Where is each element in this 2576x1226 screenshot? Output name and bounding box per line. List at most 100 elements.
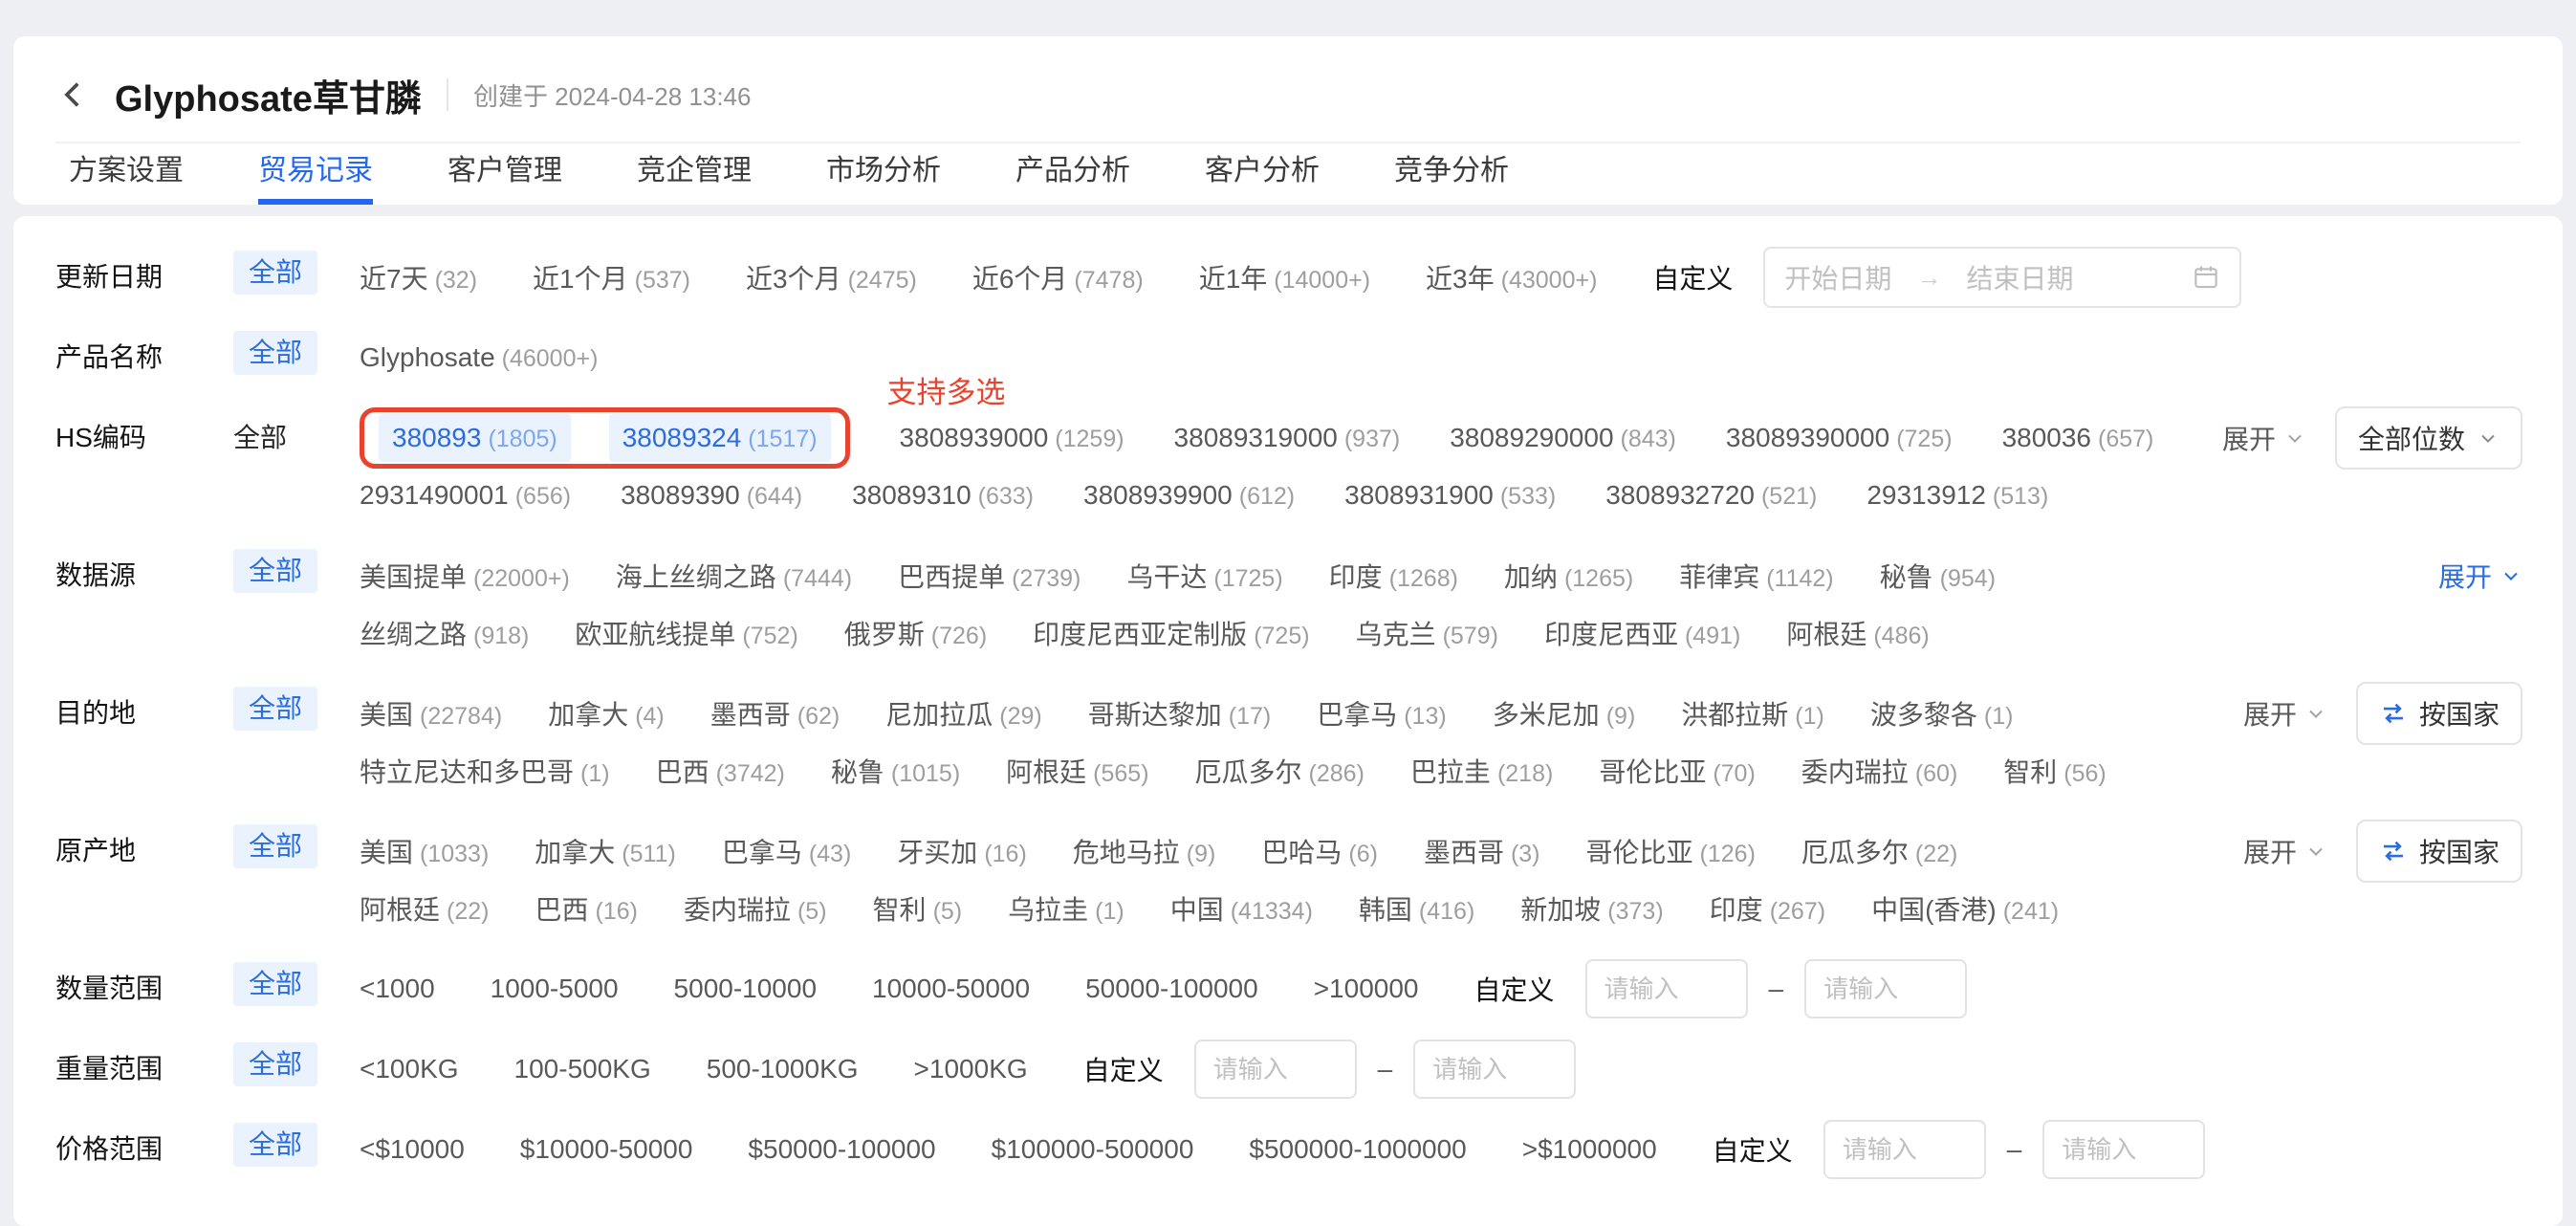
filter-option[interactable]: 近6个月(7478) [972, 258, 1144, 296]
filter-option[interactable]: 智利(56) [2003, 752, 2106, 790]
filter-option[interactable]: 洪都拉斯(1) [1681, 694, 1824, 733]
filter-option[interactable]: 多米尼加(9) [1493, 694, 1636, 733]
filter-option[interactable]: 海上丝绸之路(7444) [616, 557, 852, 595]
range-max-input[interactable] [1413, 1040, 1576, 1099]
date-range-input[interactable]: 开始日期→结束日期 [1763, 247, 2241, 308]
filter-option[interactable]: 中国(41334) [1170, 889, 1313, 928]
filter-option[interactable]: 阿根廷(565) [1006, 752, 1148, 790]
filter-option[interactable]: 欧亚航线提单(752) [575, 614, 797, 652]
filter-option[interactable]: 阿根廷(486) [1786, 614, 1929, 652]
filter-option[interactable]: 厄瓜多尔(22) [1801, 832, 1957, 870]
filter-option[interactable]: 380893(1805) [379, 414, 571, 462]
range-max-input[interactable] [1804, 959, 1967, 1018]
all-option[interactable]: 全部 [233, 423, 287, 452]
filter-option[interactable]: 委内瑞拉(60) [1801, 752, 1957, 790]
filter-option[interactable]: 危地马拉(9) [1073, 832, 1216, 870]
filter-option[interactable]: <100KG [360, 1054, 459, 1084]
filter-option[interactable]: 印度(1268) [1329, 557, 1458, 595]
filter-option[interactable]: 哥斯达黎加(17) [1088, 694, 1271, 733]
expand-toggle[interactable]: 展开 [2438, 557, 2522, 595]
filter-option[interactable]: 印度尼西亚(491) [1544, 614, 1740, 652]
filter-option[interactable]: 近7天(32) [360, 258, 477, 296]
range-min-input[interactable] [1823, 1120, 1986, 1179]
filter-option[interactable]: 波多黎各(1) [1870, 694, 2014, 733]
filter-option[interactable]: 1000-5000 [491, 974, 619, 1004]
all-option[interactable]: 全部 [233, 824, 317, 868]
filter-option[interactable]: 丝绸之路(918) [360, 614, 529, 652]
filter-option[interactable]: 近3年(43000+) [1426, 258, 1597, 296]
filter-option[interactable]: 巴西提单(2739) [898, 557, 1081, 595]
filter-option[interactable]: 委内瑞拉(5) [684, 889, 827, 928]
filter-option[interactable]: 38089319000(937) [1174, 423, 1401, 453]
filter-option[interactable]: 秘鲁(954) [1880, 557, 1996, 595]
filter-option[interactable]: 秘鲁(1015) [831, 752, 960, 790]
expand-toggle[interactable]: 展开 [2243, 832, 2327, 870]
filter-option[interactable]: 3808939000(1259) [900, 423, 1124, 453]
filter-option[interactable]: 近1个月(537) [533, 258, 690, 296]
filter-option[interactable]: 菲律宾(1142) [1679, 557, 1833, 595]
tab-8[interactable]: 竞争分析 [1394, 143, 1509, 205]
by-country-toggle[interactable]: 按国家 [2356, 820, 2522, 883]
filter-option[interactable]: 智利(5) [873, 889, 963, 928]
filter-option[interactable]: 38089324(1517) [609, 414, 831, 462]
filter-option[interactable]: 10000-50000 [872, 974, 1030, 1004]
filter-option[interactable]: 3808939900(612) [1083, 480, 1295, 511]
filter-option[interactable]: 阿根廷(22) [360, 889, 489, 928]
all-option[interactable]: 全部 [233, 1123, 317, 1167]
filter-option[interactable]: 韩国(416) [1359, 889, 1474, 928]
filter-option[interactable]: >100000 [1314, 974, 1419, 1004]
filter-option[interactable]: 巴拉圭(218) [1410, 752, 1553, 790]
filter-option[interactable]: 50000-100000 [1085, 974, 1258, 1004]
custom-option[interactable]: 自定义 [1474, 970, 1555, 1008]
tab-1[interactable]: 方案设置 [69, 143, 184, 205]
filter-option[interactable]: 加拿大(511) [535, 832, 676, 870]
all-option[interactable]: 全部 [233, 251, 317, 295]
filter-option[interactable]: 乌克兰(579) [1356, 614, 1498, 652]
expand-toggle[interactable]: 展开 [2243, 694, 2327, 733]
range-min-input[interactable] [1585, 959, 1748, 1018]
filter-option[interactable]: $100000-500000 [992, 1134, 1194, 1165]
tab-7[interactable]: 客户分析 [1205, 143, 1320, 205]
filter-option[interactable]: 尼加拉瓜(29) [885, 694, 1041, 733]
expand-toggle[interactable]: 展开 [2222, 419, 2306, 457]
filter-option[interactable]: Glyphosate(46000+) [360, 342, 598, 373]
tab-4[interactable]: 竞企管理 [637, 143, 752, 205]
filter-option[interactable]: $500000-1000000 [1249, 1134, 1466, 1165]
filter-option[interactable]: 墨西哥(62) [710, 694, 840, 733]
all-option[interactable]: 全部 [233, 962, 317, 1006]
filter-option[interactable]: 加纳(1265) [1504, 557, 1633, 595]
all-option[interactable]: 全部 [233, 549, 317, 593]
filter-option[interactable]: 特立尼达和多巴哥(1) [360, 752, 610, 790]
filter-option[interactable]: 美国提单(22000+) [360, 557, 570, 595]
by-country-toggle[interactable]: 按国家 [2356, 682, 2522, 745]
filter-option[interactable]: 38089390(644) [621, 480, 802, 511]
filter-option[interactable]: 3808931900(533) [1344, 480, 1556, 511]
filter-option[interactable]: 印度尼西亚定制版(725) [1033, 614, 1309, 652]
filter-option[interactable]: 2931490001(656) [360, 480, 571, 511]
filter-option[interactable]: 墨西哥(3) [1424, 832, 1540, 870]
filter-option[interactable]: 加拿大(4) [548, 694, 665, 733]
filter-option[interactable]: 5000-10000 [674, 974, 817, 1004]
custom-option[interactable]: 自定义 [1713, 1130, 1793, 1169]
filter-option[interactable]: 近3个月(2475) [746, 258, 917, 296]
filter-option[interactable]: $50000-100000 [748, 1134, 935, 1165]
all-option[interactable]: 全部 [233, 1042, 317, 1086]
all-option[interactable]: 全部 [233, 687, 317, 731]
filter-option[interactable]: 近1年(14000+) [1199, 258, 1370, 296]
filter-option[interactable]: 乌拉圭(1) [1008, 889, 1124, 928]
filter-option[interactable]: 巴哈马(6) [1261, 832, 1378, 870]
filter-option[interactable]: 巴拿马(43) [722, 832, 851, 870]
tab-2[interactable]: 贸易记录 [258, 143, 373, 205]
range-max-input[interactable] [2042, 1120, 2205, 1179]
range-min-input[interactable] [1194, 1040, 1357, 1099]
filter-option[interactable]: 3808932720(521) [1605, 480, 1817, 511]
digits-dropdown[interactable]: 全部位数 [2335, 406, 2522, 470]
filter-option[interactable]: 新加坡(373) [1520, 889, 1663, 928]
filter-option[interactable]: 巴西(16) [535, 889, 637, 928]
filter-option[interactable]: 厄瓜多尔(286) [1195, 752, 1364, 790]
filter-option[interactable]: 38089290000(843) [1450, 423, 1676, 453]
filter-option[interactable]: 100-500KG [514, 1054, 651, 1084]
filter-option[interactable]: 牙买加(16) [897, 832, 1026, 870]
filter-option[interactable]: 巴西(3742) [656, 752, 785, 790]
filter-option[interactable]: 美国(22784) [360, 694, 502, 733]
